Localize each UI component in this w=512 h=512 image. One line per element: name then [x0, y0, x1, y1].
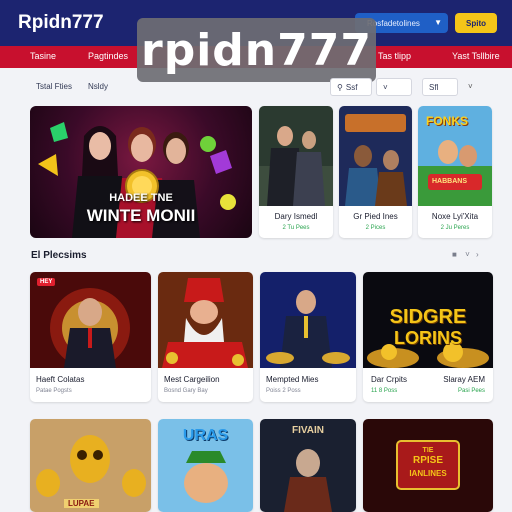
featured-card[interactable]: Gr Pied Ines 2 Pices [339, 106, 412, 238]
sort-box[interactable]: Sfl [422, 78, 458, 96]
game-thumb [260, 272, 356, 368]
nav-item-top[interactable]: Tas tlipp [378, 51, 411, 61]
game-thumb [30, 272, 151, 368]
hero-banner[interactable]: HADEE TNE WINTE MONII [30, 106, 252, 238]
featured-title: Gr Pied Ines [353, 212, 398, 221]
game-sub: Pasi Pees [457, 388, 485, 394]
featured-thumb [339, 106, 412, 206]
filter-search-box[interactable]: ⚲ Ssf [330, 78, 372, 96]
game-thumb-title: SIDGRE [389, 306, 467, 328]
game-thumb-title: TIE [422, 447, 434, 454]
featured-thumb-title: FONKS [426, 114, 468, 128]
signin-button[interactable]: Spito [455, 13, 497, 33]
featured-thumb [259, 106, 333, 206]
game-title: Haeft Colatas [36, 375, 85, 384]
game-thumb-title: LORINS [393, 328, 462, 348]
game-card[interactable]: Mempted Mies Poiss 2 Poss [260, 272, 356, 402]
filter-dropdown[interactable]: ˅ [376, 78, 412, 96]
nav-item-latest[interactable]: Yast Tsllbire [452, 51, 500, 61]
game-thumb-title: RPISE [412, 455, 443, 466]
featured-card[interactable]: FONKS HABBANS Noxe Lyi'Xita 2 Ju Peres [418, 106, 492, 238]
featured-sub: 2 Tu Pees [282, 225, 310, 231]
game-card[interactable]: LUPAE [30, 419, 151, 512]
game-thumb-title: URAS [182, 427, 229, 444]
hero-headline-line2: WINTE MONII [86, 206, 196, 225]
hot-badge: HEY [37, 278, 56, 286]
featured-card[interactable]: Dary Ismedl 2 Tu Pees [259, 106, 333, 238]
game-title: Mempted Mies [266, 375, 319, 384]
featured-sub: 2 Pices [365, 225, 386, 231]
nav-item-home[interactable]: Tasine [30, 51, 56, 61]
game-thumb [158, 272, 253, 368]
featured-title: Dary Ismedl [274, 212, 318, 221]
game-card[interactable]: HEY Haeft Colatas Patae Pogsts [30, 272, 151, 402]
game-card[interactable]: TIE RPISE IANLINES [363, 419, 493, 512]
site-logo[interactable]: Rpidn777 [18, 12, 104, 34]
chevron-down-icon: ˅ [383, 82, 388, 92]
featured-thumb-banner: HABBANS [432, 178, 467, 185]
game-card-wide[interactable]: SIDGRE LORINS Dar Crpits 11 8 Poss Slara… [363, 272, 493, 402]
chevron-right-icon[interactable]: › [476, 250, 479, 259]
game-thumb-title: IANLINES [409, 469, 447, 478]
sort-chevron-icon[interactable]: ˅ [468, 82, 473, 91]
filter-search-label: Ssf [345, 82, 358, 92]
nav-item-games[interactable]: Pagtindes [88, 51, 128, 61]
game-sub: Bosnd Gary Bay [164, 388, 208, 394]
chevron-down-icon: ▼ [434, 18, 442, 27]
game-sub: Poiss 2 Poss [266, 388, 301, 394]
lock-icon[interactable]: ■ [452, 250, 457, 259]
featured-title: Noxe Lyi'Xita [431, 212, 479, 221]
game-thumb-title: FIVAIN [291, 425, 325, 436]
section-title: El Plecsims [31, 250, 87, 261]
game-card[interactable]: Mest Cargeilion Bosnd Gary Bay [158, 272, 253, 402]
game-sub: Patae Pogsts [36, 388, 72, 394]
filter-tab-new[interactable]: Nsldy [88, 82, 108, 91]
chevron-down-icon[interactable]: ˅ [465, 250, 470, 259]
game-card[interactable]: FIVAIN [260, 419, 356, 512]
filter-bar: Tstal Fties Nsldy ⚲ Ssf ˅ Sfl ˅ [0, 72, 512, 102]
section-controls: ■ ˅ › [452, 250, 479, 259]
featured-sub: 2 Ju Peres [440, 225, 470, 231]
hero-headline-line1: HADEE TNE [109, 192, 173, 204]
game-thumb-title: LUPAE [64, 499, 99, 508]
sort-label: Sfl [429, 82, 439, 92]
game-title: Slaray AEM [443, 375, 485, 384]
game-title: Mest Cargeilion [164, 375, 220, 384]
filter-tab-total[interactable]: Tstal Fties [36, 82, 72, 91]
search-icon: ⚲ [337, 82, 343, 92]
game-card[interactable]: URAS [158, 419, 253, 512]
